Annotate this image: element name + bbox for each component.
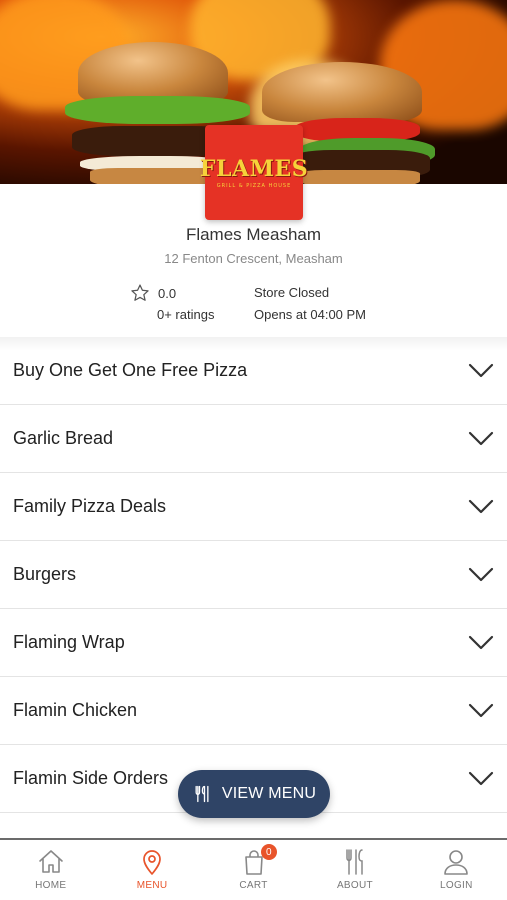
cart-badge: 0	[260, 844, 277, 860]
category-label: Garlic Bread	[13, 428, 114, 448]
home-icon	[38, 850, 63, 873]
lettuce-decoration	[65, 96, 250, 124]
store-logo: FLAMES GRILL & PIZZA HOUSE	[200, 125, 308, 220]
category-label: Family Pizza Deals	[13, 496, 167, 516]
nav-label: MENU	[136, 880, 168, 891]
chevron-down-icon[interactable]	[468, 771, 494, 787]
nav-cart[interactable]: 0 CART	[203, 840, 304, 900]
cutlery-icon	[195, 785, 209, 803]
chevron-down-icon[interactable]	[468, 431, 494, 447]
nav-label: LOGIN	[440, 880, 473, 891]
category-label: Flaming Wrap	[13, 632, 125, 652]
category-item[interactable]: Flamin Chicken	[0, 677, 507, 745]
chevron-down-icon[interactable]	[468, 635, 494, 651]
nav-login[interactable]: LOGIN	[406, 840, 507, 900]
category-item[interactable]: Burgers	[0, 541, 507, 609]
category-item[interactable]: Flaming Wrap	[0, 609, 507, 677]
burger-image	[262, 62, 422, 122]
category-label: Burgers	[13, 564, 77, 584]
burger-image	[78, 42, 228, 104]
category-list: Buy One Get One Free Pizza Garlic Bread …	[0, 337, 507, 813]
chevron-down-icon[interactable]	[468, 363, 494, 379]
view-menu-button[interactable]: VIEW MENU	[178, 770, 330, 818]
logo-subtext: GRILL & PIZZA HOUSE	[216, 183, 292, 189]
chevron-down-icon[interactable]	[468, 567, 494, 583]
category-item[interactable]: Garlic Bread	[0, 405, 507, 473]
nav-menu[interactable]: MENU	[101, 840, 202, 900]
chevron-down-icon[interactable]	[468, 499, 494, 515]
category-label: Buy One Get One Free Pizza	[13, 360, 248, 380]
location-pin-icon	[143, 850, 161, 875]
store-name: Flames Measham	[185, 225, 322, 244]
nav-about[interactable]: ABOUT	[304, 840, 405, 900]
chevron-down-icon[interactable]	[468, 703, 494, 719]
nav-label: CART	[239, 880, 268, 891]
category-item[interactable]: Family Pizza Deals	[0, 473, 507, 541]
category-label: Flamin Chicken	[13, 700, 138, 720]
rating-value: 0.0	[158, 285, 177, 301]
bun-decoration	[300, 170, 420, 184]
store-address: 12 Fenton Crescent, Measham	[164, 251, 343, 266]
view-menu-label: VIEW MENU	[221, 785, 317, 802]
user-icon	[444, 850, 469, 875]
cutlery-icon	[346, 849, 363, 875]
bottom-nav: HOME MENU 0 CART ABOUT LOGIN	[0, 838, 507, 900]
nav-home[interactable]: HOME	[0, 840, 101, 900]
category-item[interactable]: Buy One Get One Free Pizza	[0, 337, 507, 405]
nav-label: HOME	[35, 880, 67, 891]
store-status: Store Closed	[254, 285, 330, 300]
logo-text: FLAMES	[199, 156, 309, 182]
rating-count: 0+ ratings	[157, 307, 215, 322]
opening-time: Opens at 04:00 PM	[254, 307, 367, 322]
rating: 0.0	[130, 283, 176, 303]
category-label: Flamin Side Orders	[13, 768, 169, 788]
star-icon	[131, 284, 149, 301]
nav-label: ABOUT	[336, 880, 373, 891]
